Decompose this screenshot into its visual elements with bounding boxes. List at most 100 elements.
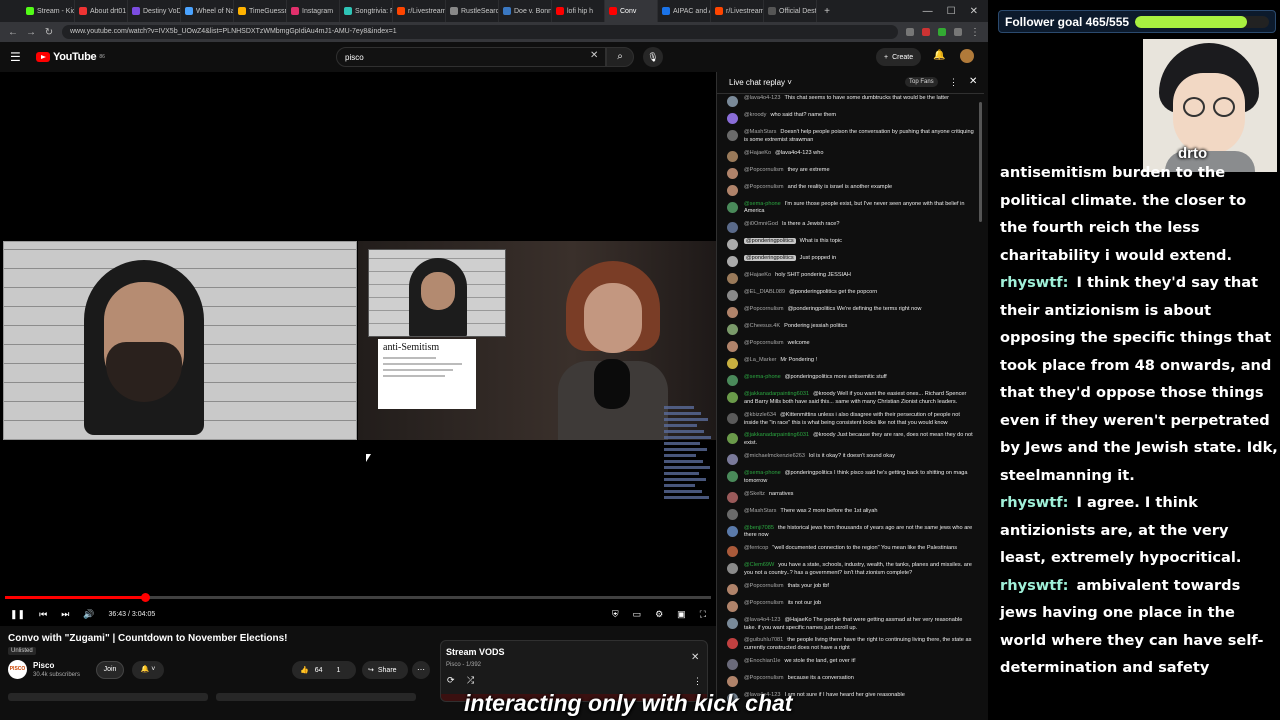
- browser-tab[interactable]: Wheel of Na: [181, 0, 234, 22]
- chat-author[interactable]: @Popcornulism: [744, 583, 784, 589]
- close-icon[interactable]: ✕: [691, 652, 699, 663]
- chat-avatar[interactable]: [727, 96, 738, 107]
- chat-avatar[interactable]: [727, 324, 738, 336]
- chat-avatar[interactable]: [727, 256, 738, 268]
- browser-tab[interactable]: Songtrivia: F: [340, 0, 393, 22]
- chat-author[interactable]: @HajaeKo: [744, 272, 771, 278]
- chat-author[interactable]: @ferricop: [744, 545, 768, 551]
- progress-knob[interactable]: [141, 593, 151, 602]
- chat-avatar[interactable]: [727, 563, 738, 575]
- chat-author[interactable]: @Popcornulism: [744, 306, 784, 312]
- chat-author[interactable]: @La_Marker: [744, 357, 776, 363]
- subscription-bell-button[interactable]: 🔔 ˅: [132, 661, 164, 679]
- chat-author[interactable]: @sema-phone: [744, 374, 781, 380]
- chat-author[interactable]: @kbizzle634: [744, 412, 776, 418]
- browser-tab[interactable]: r/Livestream: [711, 0, 764, 22]
- chat-author[interactable]: @MashStars: [744, 508, 776, 514]
- chat-author[interactable]: @sema-phone: [744, 201, 781, 207]
- settings-gear-icon[interactable]: ⚙: [655, 609, 663, 620]
- chat-author[interactable]: @Popcornulism: [744, 340, 784, 346]
- chat-author[interactable]: @EL_DIABL089: [744, 289, 785, 295]
- chat-author[interactable]: @lava4o4-123: [744, 617, 780, 623]
- browser-tab[interactable]: Stream - Kick: [22, 0, 75, 22]
- chat-author[interactable]: @jakkanadarpainting6031: [744, 391, 809, 397]
- chat-author[interactable]: @benji7085: [744, 525, 774, 531]
- create-button[interactable]: + Create: [876, 48, 922, 66]
- chat-avatar[interactable]: [727, 412, 738, 424]
- subtitles-icon[interactable]: ▭: [633, 609, 642, 620]
- browser-tab[interactable]: Doe v. Bonne: [499, 0, 552, 22]
- voice-search-button[interactable]: 🎙: [643, 47, 663, 67]
- shield-icon[interactable]: ⛨: [612, 609, 619, 620]
- chat-author[interactable]: @michaelmckenzie6263: [744, 453, 805, 459]
- chat-avatar[interactable]: [727, 130, 738, 141]
- account-avatar[interactable]: [960, 49, 974, 63]
- volume-icon[interactable]: 🔊: [83, 609, 94, 620]
- maximize-icon[interactable]: ☐: [947, 6, 956, 17]
- notifications-bell-icon[interactable]: 🔔: [933, 50, 945, 61]
- browser-tab[interactable]: AIPAC and A: [658, 0, 711, 22]
- dislike-count[interactable]: 1: [337, 667, 341, 674]
- chat-author[interactable]: @ponderingpolitics: [744, 255, 796, 262]
- browser-tab[interactable]: r/Livestream: [393, 0, 446, 22]
- chat-author[interactable]: @Popcornulism: [744, 184, 784, 190]
- browser-menu-icon[interactable]: ⋮: [970, 27, 980, 38]
- chat-avatar[interactable]: [727, 675, 738, 687]
- miniplayer-icon[interactable]: ▣: [677, 609, 686, 620]
- chat-avatar[interactable]: [727, 546, 738, 558]
- video-player[interactable]: anti-Semitism ❚❚ ⏮ ⏭ 🔊 36:43 / 3:04:05 ⛨…: [0, 72, 716, 626]
- channel-avatar[interactable]: PISCO: [8, 660, 27, 679]
- chat-author[interactable]: @jakkanadarpainting6031: [744, 432, 809, 438]
- browser-tab[interactable]: Official Desti: [764, 0, 817, 22]
- progress-bar[interactable]: [5, 593, 711, 602]
- top-fans-button[interactable]: Top Fans: [905, 77, 938, 87]
- fullscreen-icon[interactable]: ⛶: [700, 609, 706, 620]
- loop-icon[interactable]: ⟳: [447, 675, 455, 686]
- chat-avatar[interactable]: [727, 201, 738, 213]
- search-button[interactable]: ⌕: [606, 47, 634, 67]
- chat-menu-icon[interactable]: ⋮: [949, 77, 958, 88]
- chat-author[interactable]: @Popcornulism: [744, 600, 784, 606]
- chat-author[interactable]: @Popcornulism: [744, 675, 784, 681]
- chat-author[interactable]: @lava4o4-123: [744, 95, 780, 101]
- close-chat-icon[interactable]: ✕: [969, 76, 977, 87]
- url-field[interactable]: www.youtube.com/watch?v=IVX5b_UOwZ4&list…: [62, 25, 898, 39]
- browser-tab[interactable]: lofi hip h: [552, 0, 605, 22]
- clear-search-icon[interactable]: ✕: [590, 50, 598, 61]
- chat-avatar[interactable]: [727, 113, 738, 124]
- shuffle-icon[interactable]: ⤮: [467, 675, 474, 686]
- chat-author[interactable]: @MashStars: [744, 129, 776, 135]
- description-chip[interactable]: [8, 693, 208, 701]
- browser-tab[interactable]: Instagram: [287, 0, 340, 22]
- browser-tab[interactable]: RustleSearch: [446, 0, 499, 22]
- chat-avatar[interactable]: [727, 273, 738, 285]
- search-input[interactable]: pisco: [336, 47, 606, 67]
- chat-avatar[interactable]: [727, 600, 738, 612]
- chat-scrollbar[interactable]: [979, 102, 982, 222]
- chat-author[interactable]: @ponderingpolitics: [744, 238, 796, 245]
- chat-author[interactable]: @guibuhlu7081: [744, 637, 783, 643]
- previous-icon[interactable]: ⏮: [39, 609, 47, 620]
- youtube-logo[interactable]: YouTube 86: [36, 51, 105, 63]
- chat-avatar[interactable]: [727, 508, 738, 520]
- more-actions-button[interactable]: ⋯: [412, 661, 430, 679]
- chat-author[interactable]: @i0OmniGod: [744, 221, 778, 227]
- share-button[interactable]: ↪ Share: [362, 661, 408, 679]
- chat-author[interactable]: @Skeltz: [744, 491, 765, 497]
- chat-avatar[interactable]: [727, 307, 738, 319]
- forward-icon[interactable]: →: [26, 27, 36, 38]
- chat-author[interactable]: @Clem69W: [744, 562, 774, 568]
- chat-avatar[interactable]: [727, 433, 738, 445]
- extension-icon[interactable]: [954, 28, 962, 36]
- chat-avatar[interactable]: [727, 239, 738, 251]
- chat-avatar[interactable]: [727, 184, 738, 196]
- chat-mode-dropdown[interactable]: Live chat replay ˅: [729, 78, 792, 87]
- playlist-menu-icon[interactable]: ⋮: [693, 676, 702, 687]
- pause-icon[interactable]: ❚❚: [10, 609, 25, 620]
- chat-avatar[interactable]: [727, 658, 738, 670]
- chat-author[interactable]: @sema-phone: [744, 470, 781, 476]
- chat-avatar[interactable]: [727, 341, 738, 353]
- chat-avatar[interactable]: [727, 525, 738, 537]
- playlist-title[interactable]: Stream VODS: [446, 647, 505, 657]
- chat-author[interactable]: @HajaeKo: [744, 150, 771, 156]
